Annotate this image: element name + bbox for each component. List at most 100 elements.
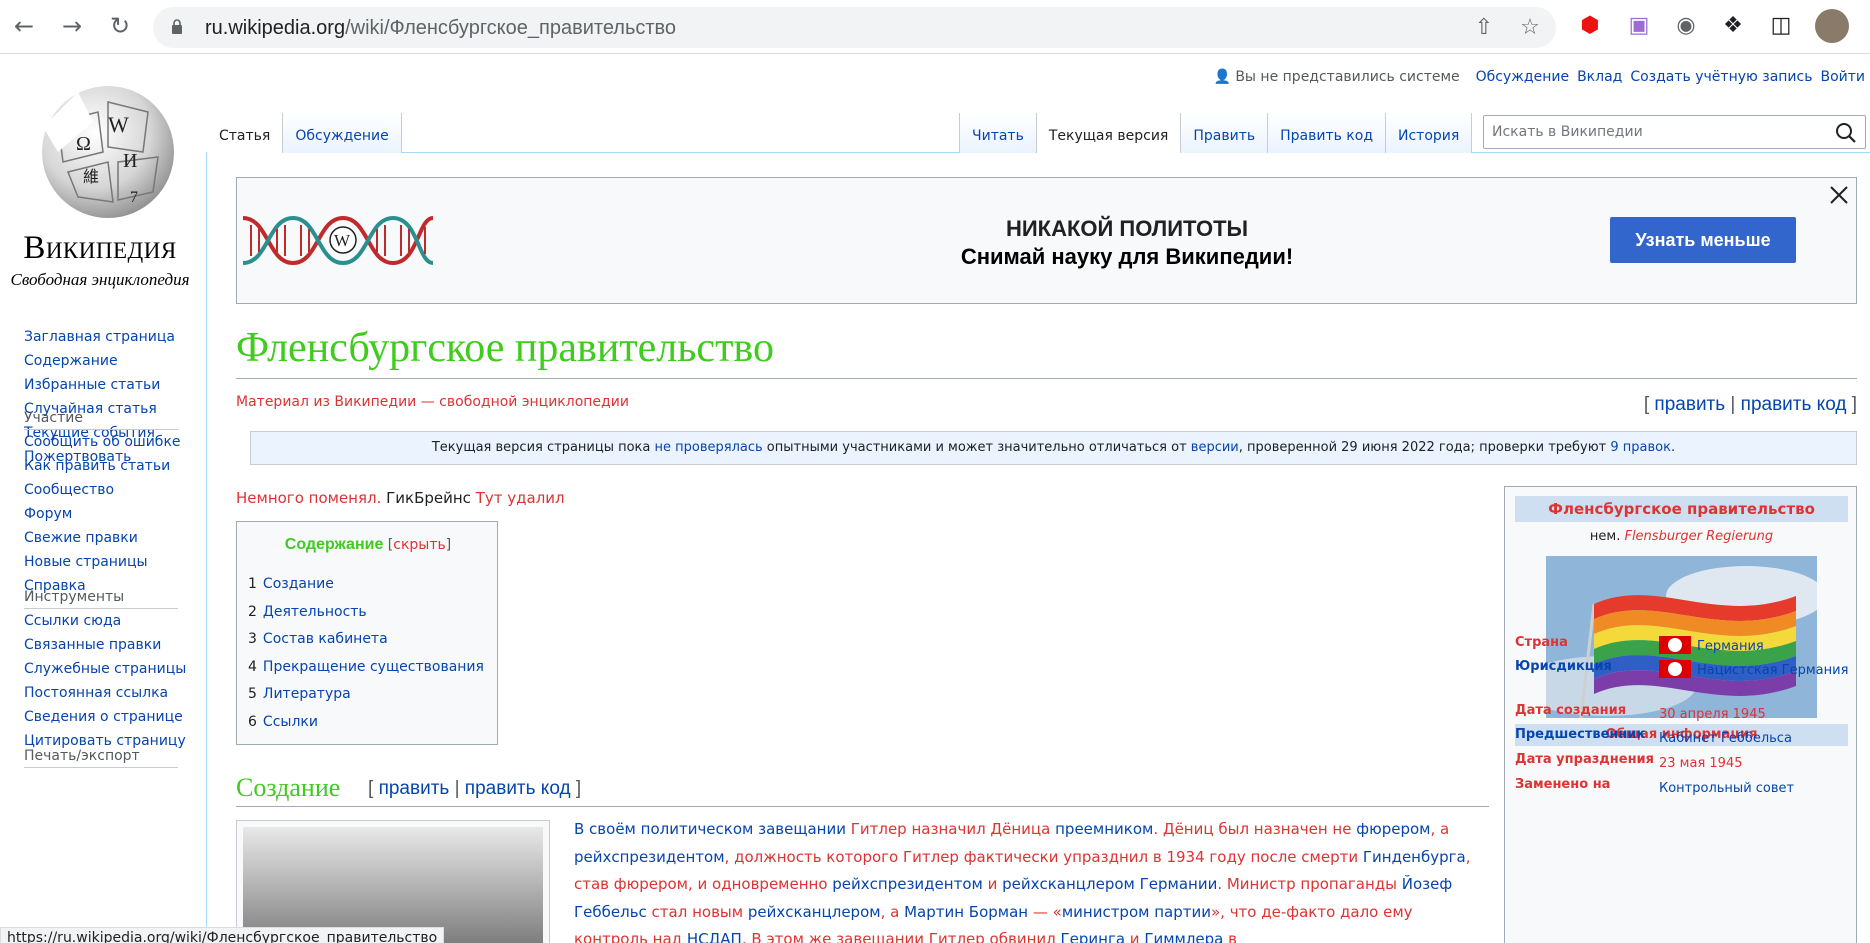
sidebar-item-link[interactable]: Постоянная ссылка [24, 681, 186, 705]
infobox-value-text[interactable]: Германия [1697, 639, 1764, 654]
sidebar-item-link[interactable]: Сообщество [24, 478, 181, 502]
toc-item[interactable]: 2 Деятельность [248, 604, 484, 632]
infobox-value[interactable]: 23 мая 1945 [1659, 752, 1849, 775]
search-icon[interactable] [1835, 122, 1857, 144]
toc-link[interactable]: Литература [263, 686, 351, 702]
sidebar-item-link[interactable]: Заглавная страница [24, 325, 175, 349]
toc-link[interactable]: Прекращение существования [263, 659, 484, 675]
article-link[interactable]: министром партии [1062, 903, 1211, 921]
tab-article[interactable]: Статья [207, 113, 284, 153]
article-link[interactable]: рейхспрезидентом [832, 875, 983, 893]
search-placeholder: Искать в Википедии [1492, 124, 1643, 140]
toc-link[interactable]: Состав кабинета [263, 631, 388, 647]
puzzle-extensions-icon[interactable]: ❖ [1718, 11, 1748, 41]
adblock-extension-icon[interactable]: ⬢ [1575, 11, 1605, 41]
infobox-value-text[interactable]: Нацистская Германия [1697, 663, 1848, 678]
article-link[interactable]: рейхсканцлером Германии [1002, 875, 1217, 893]
tab-history[interactable]: История [1386, 113, 1473, 153]
forward-icon[interactable]: → [55, 9, 89, 43]
toc-hide-link[interactable]: скрыть [393, 537, 446, 553]
infobox-value[interactable]: Нацистская Германия [1659, 659, 1849, 682]
sidebar-item-link[interactable]: Свежие правки [24, 526, 181, 550]
extension-icon[interactable]: ▣ [1624, 11, 1654, 41]
tab-talk[interactable]: Обсуждение [283, 113, 402, 153]
sidebar-item-link[interactable]: Сообщить об ошибке [24, 430, 181, 454]
sidebar-item-link[interactable]: Содержание [24, 349, 175, 373]
reload-icon[interactable]: ↻ [103, 9, 137, 43]
infobox-value-text[interactable]: 23 мая 1945 [1659, 756, 1742, 771]
page-edit-links: [ править | править код ] [1643, 394, 1857, 415]
toc-link[interactable]: Деятельность [263, 604, 367, 620]
toc-item[interactable]: 6 Ссылки [248, 714, 484, 742]
infobox-value-text[interactable]: Кабинет Геббельса [1659, 731, 1792, 746]
toc-item[interactable]: 1 Создание [248, 576, 484, 604]
sidebar-item-link[interactable]: Избранные статьи [24, 373, 175, 397]
tab-current-version[interactable]: Текущая версия [1036, 113, 1182, 153]
infobox-key: Заменено на [1515, 777, 1611, 792]
sidebar-item-link[interactable]: Сведения о странице [24, 705, 186, 729]
side-panel-icon[interactable]: ◫ [1766, 11, 1796, 41]
article-link[interactable]: Геринга [1060, 930, 1125, 943]
article-link[interactable]: В своём политическом завещании [574, 820, 851, 838]
section-edit-link[interactable]: править [379, 778, 450, 799]
user-icon: 👤 [1213, 69, 1232, 85]
article-link[interactable]: фюрером [1356, 820, 1430, 838]
svg-text:И: И [123, 150, 137, 172]
search-input[interactable]: Искать в Википедии [1483, 115, 1866, 149]
profile-avatar[interactable] [1815, 9, 1849, 43]
infobox-value-text[interactable]: Контрольный совет [1659, 781, 1794, 796]
toc-link[interactable]: Создание [263, 576, 334, 592]
infobox-value[interactable]: Германия [1659, 635, 1849, 658]
sidebar-item-link[interactable]: Форум [24, 502, 181, 526]
svg-text:W: W [334, 231, 351, 250]
infobox-value[interactable]: 30 апреля 1945 [1659, 703, 1849, 726]
infobox-value[interactable]: Контрольный совет [1659, 777, 1849, 800]
wikipedia-logo[interactable]: W Ω И 維 7 Википедия Свободная энциклопед… [0, 80, 200, 300]
article-link[interactable]: рейхсканцлером [748, 903, 881, 921]
personal-link[interactable]: Обсуждение [1476, 69, 1569, 85]
sidebar-item-link[interactable]: Как править статьи [24, 454, 181, 478]
personal-link[interactable]: Вклад [1577, 69, 1622, 85]
notice-link-edits[interactable]: 9 правок [1610, 440, 1671, 455]
share-icon[interactable]: ⇧ [1471, 15, 1497, 41]
article-link[interactable]: НСДАП [687, 930, 742, 943]
close-icon[interactable] [1827, 183, 1851, 207]
status-bar-url: https://ru.wikipedia.org/wiki/Фленсбургс… [0, 927, 445, 943]
tab-read[interactable]: Читать [959, 113, 1037, 153]
article-link[interactable]: Гинденбурга [1363, 848, 1466, 866]
vpn-extension-icon[interactable]: ◉ [1671, 11, 1701, 41]
sidebar-item-link[interactable]: Связанные правки [24, 633, 186, 657]
section-edit-code-link[interactable]: править код [465, 778, 571, 799]
article-link[interactable]: Гиммлера [1144, 930, 1223, 943]
edit-code-link[interactable]: править код [1741, 394, 1847, 415]
toc-item[interactable]: 3 Состав кабинета [248, 631, 484, 659]
sidebar-item-link[interactable]: Ссылки сюда [24, 609, 186, 633]
back-icon[interactable]: ← [7, 9, 41, 43]
notice-link-unchecked[interactable]: не проверялась [655, 440, 763, 455]
personal-link[interactable]: Войти [1820, 69, 1865, 85]
personal-link[interactable]: Создать учётную запись [1630, 69, 1812, 85]
notice-link-version[interactable]: версии [1191, 440, 1239, 455]
edit-link[interactable]: править [1654, 394, 1725, 415]
article-link[interactable]: преемником [1055, 820, 1153, 838]
notice-text: , проверенной 29 июня 2022 года; проверк… [1238, 440, 1611, 455]
article-text: , а [1430, 820, 1450, 838]
toc-item[interactable]: 5 Литература [248, 686, 484, 714]
portal-heading-participation: Участие [24, 410, 178, 430]
tab-edit[interactable]: Править [1181, 113, 1269, 153]
thumbnail-image[interactable] [236, 820, 550, 943]
banner-learn-button[interactable]: Узнать меньше [1610, 217, 1796, 263]
toc-link[interactable]: Ссылки [263, 714, 318, 730]
tab-edit-source[interactable]: Править код [1268, 113, 1387, 153]
article-link[interactable]: Мартин Борман [904, 903, 1028, 921]
svg-text:Ω: Ω [76, 133, 91, 155]
address-bar[interactable]: ru.wikipedia.org/wiki/Фленсбургское_прав… [153, 7, 1556, 48]
toc-list: 1 Создание 2 Деятельность 3 Состав кабинета 4 П… [248, 576, 484, 741]
infobox-value[interactable]: Кабинет Геббельса [1659, 727, 1849, 750]
sidebar-item-link[interactable]: Служебные страницы [24, 657, 186, 681]
toc-item[interactable]: 4 Прекращение существования [248, 659, 484, 687]
sidebar-item-link[interactable]: Новые страницы [24, 550, 181, 574]
infobox-value-text[interactable]: 30 апреля 1945 [1659, 707, 1766, 722]
article-link[interactable]: рейхспрезидентом [574, 848, 725, 866]
bookmark-star-icon[interactable]: ☆ [1517, 15, 1543, 41]
